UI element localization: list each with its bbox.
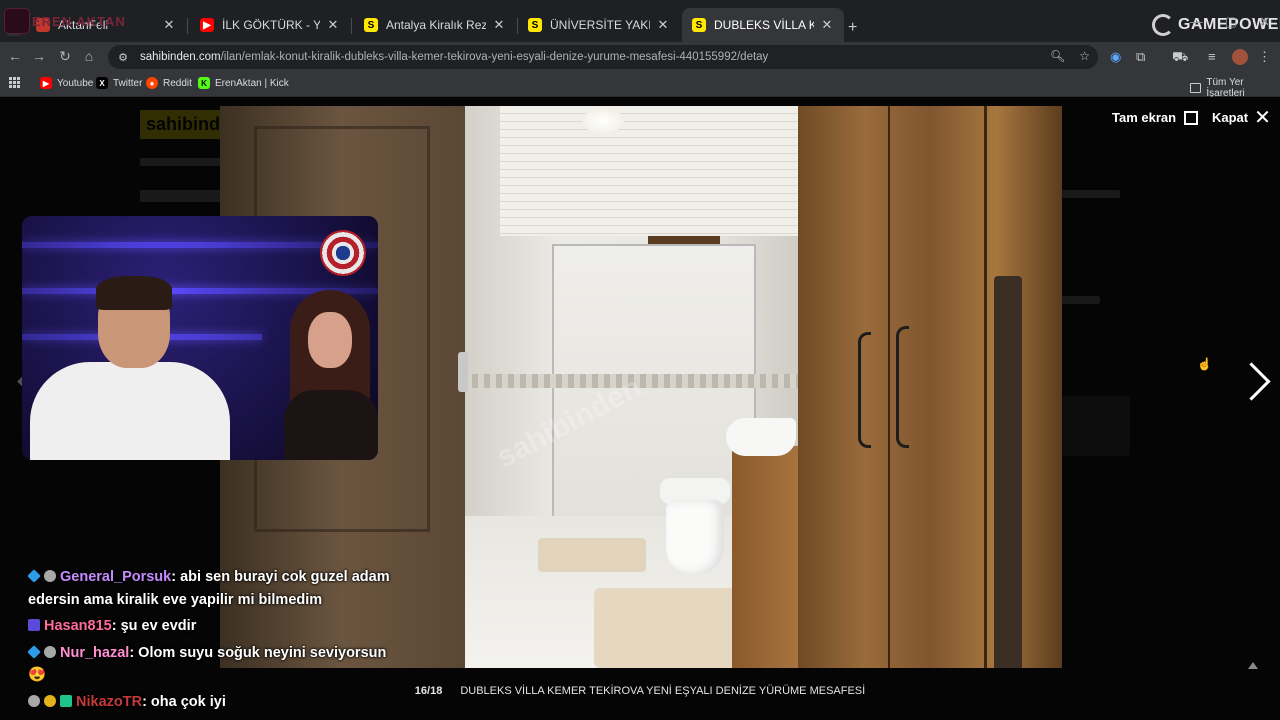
maximize-icon[interactable]: ▢ (1225, 14, 1237, 30)
badge-icon (27, 644, 41, 659)
wardrobe (798, 106, 1062, 668)
bookmarks-bar: ▶ Youtube X Twitter ● Reddit K ErenAktan… (0, 72, 1280, 99)
site-info-icon[interactable]: ⚙ (116, 50, 130, 64)
avatar[interactable] (1232, 49, 1248, 65)
bookmark-reddit[interactable]: ● Reddit (146, 77, 192, 89)
chat-overlay: General_Porsuk: abi sen burayi cok guzel… (27, 566, 408, 717)
badge-icon (28, 694, 40, 707)
fullscreen-icon (1184, 110, 1199, 125)
x-icon: X (96, 77, 108, 89)
close-icon[interactable]: ✕ (492, 17, 506, 33)
hand-cursor-icon: ☝ (1197, 357, 1212, 371)
youtube-icon: ▶ (200, 18, 214, 32)
tab-dubleks-villa[interactable]: S DUBLEKS VİLLA KEMER TEKİRO ✕ (682, 8, 844, 42)
kick-icon: K (198, 77, 210, 89)
close-window-icon[interactable]: ✕ (1259, 14, 1270, 30)
stream-logo (4, 8, 30, 34)
extension-icon[interactable]: ◉ (1110, 49, 1121, 65)
chat-text: : şu ev evdir (111, 618, 197, 634)
next-photo-button[interactable] (1236, 360, 1264, 408)
ceiling-lamp (582, 108, 624, 134)
youtube-icon: ▶ (40, 77, 52, 89)
bookmark-kick[interactable]: K ErenAktan | Kick (198, 77, 289, 89)
photo-caption: DUBLEKS VİLLA KEMER TEKİROVA YENİ EŞYALI… (460, 685, 866, 697)
chat-text: : oha çok iyi (142, 693, 226, 710)
badge-icon (27, 569, 41, 583)
shield-decoration (320, 230, 366, 276)
vanity (732, 446, 798, 668)
tab-title: Antalya Kiralık Rezidans, Villa, M (386, 18, 486, 32)
tab-youtube[interactable]: ▶ İLK GÖKTÜRK - YouTube ✕ (190, 8, 350, 42)
new-tab-button[interactable]: + (848, 19, 857, 37)
fullscreen-button[interactable]: Tam ekran (1112, 110, 1199, 125)
chat-message: Hasan815: şu ev evdir (28, 615, 408, 638)
streamer (30, 276, 230, 460)
close-icon[interactable]: ✕ (162, 17, 176, 33)
tab-strip: ⌄ AktanFeli ✕ ▶ İLK GÖKTÜRK - YouTube ✕ … (0, 0, 1280, 42)
extensions-puzzle-icon[interactable]: ⧉ (1136, 49, 1145, 65)
url-text: sahibinden.com/ilan/emlak-konut-kiralik-… (140, 51, 769, 63)
chat-username: Nur_hazal (60, 644, 130, 661)
tab-title: İLK GÖKTÜRK - YouTube (222, 18, 320, 32)
scroll-up-icon[interactable] (1248, 662, 1258, 669)
close-icon[interactable]: ✕ (326, 17, 340, 33)
menu-kebab-icon[interactable]: ⋮ (1258, 49, 1271, 65)
window-controls: — ▢ ✕ (1190, 14, 1270, 30)
badge-icon (60, 694, 72, 707)
sahibinden-icon: S (692, 18, 706, 32)
close-icon[interactable]: ✕ (820, 17, 834, 33)
tab-title: ÜNİVERSİTE YAKINI HAVUZLU S (550, 18, 650, 32)
apps-grid-icon[interactable] (9, 77, 20, 88)
chat-message: Nur_hazal: Olom suyu soğuk neyini seviyo… (27, 642, 408, 687)
reload-icon[interactable]: ↻ (56, 48, 74, 65)
photo-counter: 16/18 (414, 685, 443, 697)
badge-icon (44, 570, 56, 582)
chat-username: General_Porsuk (60, 569, 172, 585)
toilet (652, 478, 736, 574)
home-icon[interactable]: ⌂ (80, 48, 98, 64)
badge-icon (44, 645, 56, 658)
close-icon: ✕ (1254, 106, 1271, 129)
chat-message: General_Porsuk: abi sen burayi cok guzel… (27, 566, 408, 611)
guest (284, 290, 378, 460)
close-icon[interactable]: ✕ (656, 17, 670, 33)
address-bar[interactable]: ⚙ sahibinden.com/ilan/emlak-konut-kirali… (108, 45, 1098, 69)
bookmark-youtube[interactable]: ▶ Youtube (40, 77, 93, 89)
all-bookmarks[interactable]: Tüm Yer İşaretleri (1190, 77, 1280, 99)
sink (726, 418, 796, 456)
folder-icon (1190, 83, 1202, 93)
media-icon[interactable]: ≡ (1208, 49, 1216, 64)
sahibinden-icon: S (364, 18, 378, 32)
tab-title: DUBLEKS VİLLA KEMER TEKİRO (714, 18, 814, 32)
incognito-icon[interactable]: ⛟ (1172, 49, 1188, 67)
bookmark-star-icon[interactable]: ☆ (1079, 49, 1090, 63)
chat-username: NikazoTR (76, 693, 143, 710)
zoom-icon[interactable]: 🔍︎ (1050, 49, 1065, 63)
tab-antalya[interactable]: S Antalya Kiralık Rezidans, Villa, M ✕ (354, 8, 516, 42)
badge-icon (28, 619, 40, 631)
reddit-icon: ● (146, 77, 158, 89)
minimize-icon[interactable]: — (1190, 14, 1203, 30)
badge-icon (44, 694, 56, 707)
bookmark-twitter[interactable]: X Twitter (96, 77, 142, 89)
browser-toolbar: ← → ↻ ⌂ ⚙ sahibinden.com/ilan/emlak-konu… (0, 42, 1280, 72)
sahibinden-icon: S (528, 18, 542, 32)
chat-message: NikazoTR: oha çok iyi (28, 691, 408, 714)
back-icon[interactable]: ← (6, 48, 24, 64)
chat-username: Hasan815 (44, 618, 112, 634)
tab-universite[interactable]: S ÜNİVERSİTE YAKINI HAVUZLU S ✕ (518, 8, 680, 42)
webcam-overlay (22, 216, 378, 460)
stream-name: EREN AKTAN (32, 14, 126, 29)
forward-icon[interactable]: → (30, 48, 48, 64)
close-button[interactable]: Kapat ✕ (1212, 106, 1271, 129)
